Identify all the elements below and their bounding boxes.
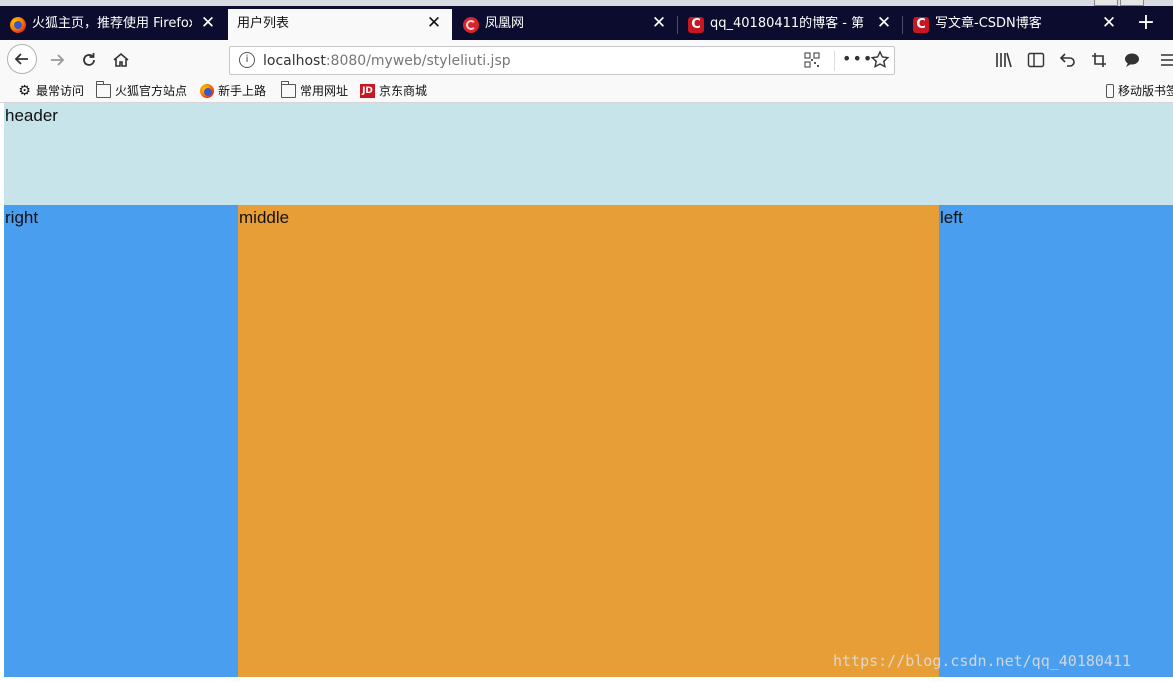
close-icon[interactable]: ✕ [876, 15, 892, 32]
close-icon[interactable]: ✕ [1101, 15, 1117, 32]
firefox-icon [10, 17, 26, 33]
left-label: left [940, 208, 963, 227]
library-icon [996, 52, 1012, 68]
ifeng-icon [463, 17, 479, 33]
hamburger-menu-icon [1161, 54, 1173, 66]
bookmark-label: 新手上路 [218, 84, 267, 98]
undo-icon [1059, 53, 1075, 67]
bookmark-label: 最常访问 [36, 84, 85, 98]
tab-user-list[interactable]: 用户列表 ✕ [228, 9, 452, 40]
tab-strip: 火狐主页，推荐使用 Firefox 火狐 ✕ 用户列表 ✕ 凤凰网 ✕ C qq… [0, 0, 1173, 40]
sidebar-button[interactable] [1025, 49, 1047, 71]
url-text[interactable]: localhost:8080/myweb/styleliuti.jsp [263, 52, 511, 70]
gear-icon: ⚙ [18, 83, 31, 99]
bookmark-star-icon[interactable] [870, 50, 890, 70]
url-bar[interactable]: i localhost:8080/myweb/styleliuti.jsp ••… [229, 46, 895, 75]
tab-csdn-blog[interactable]: C qq_40180411的博客 - 第 1 页 ✕ [678, 9, 902, 40]
header-region: header [4, 103, 1173, 205]
mobile-icon [1106, 84, 1114, 98]
bookmark-most-visited[interactable]: ⚙ 最常访问 [17, 83, 84, 100]
tab-title: 写文章-CSDN博客 [935, 16, 1042, 31]
tab-title: 用户列表 [237, 16, 290, 31]
home-icon [113, 52, 129, 67]
screenshot-button[interactable] [1089, 49, 1111, 71]
tab-title: 凤凰网 [485, 16, 525, 31]
bookmark-label: 火狐官方站点 [115, 84, 188, 98]
reload-icon [83, 53, 95, 66]
tab-ifeng[interactable]: 凤凰网 ✕ [453, 9, 677, 40]
page-layout: header right middle left [4, 103, 1173, 682]
folder-icon [96, 81, 111, 98]
minimize-button[interactable] [1094, 0, 1118, 6]
sidebar-icon [1027, 52, 1045, 68]
chat-button[interactable] [1121, 49, 1143, 71]
arrow-right-icon [51, 54, 65, 66]
bookmark-getting-started[interactable]: 新手上路 [200, 83, 266, 100]
left-column: left [939, 205, 1173, 677]
close-icon[interactable]: ✕ [651, 15, 667, 32]
jd-icon: JD [360, 84, 375, 98]
firefox-icon [200, 84, 214, 98]
watermark: https://blog.csdn.net/qq_40180411 [833, 652, 1132, 670]
tab-title: qq_40180411的博客 - 第 1 页 [710, 16, 868, 31]
url-path: :8080/myweb/styleliuti.jsp [325, 53, 511, 69]
csdn-icon: C [688, 17, 704, 33]
bookmark-label: 常用网址 [300, 84, 349, 98]
middle-column: middle [238, 205, 939, 677]
tab-title: 火狐主页，推荐使用 Firefox 火狐 [32, 16, 192, 31]
right-label: right [5, 208, 39, 227]
right-column: right [4, 205, 238, 677]
crop-icon [1092, 53, 1106, 67]
bookmark-label: 移动版书签 [1118, 84, 1173, 98]
close-icon[interactable]: ✕ [200, 15, 216, 32]
qr-code-icon[interactable] [804, 52, 820, 68]
bookmark-mobile[interactable]: 移动版书签 [1106, 83, 1173, 100]
header-label: header [5, 106, 58, 125]
tab-firefox-home[interactable]: 火狐主页，推荐使用 Firefox 火狐 ✕ [0, 9, 226, 40]
page-viewport: header right middle left [0, 103, 1173, 682]
tab-csdn-write[interactable]: C 写文章-CSDN博客 ✕ [903, 9, 1127, 40]
new-tab-button[interactable]: + [1131, 9, 1161, 40]
csdn-icon: C [913, 17, 929, 33]
bookmark-common-sites[interactable]: 常用网址 [281, 81, 349, 100]
close-icon[interactable]: ✕ [426, 15, 442, 32]
bookmark-jd[interactable]: JD 京东商城 [360, 83, 427, 100]
menu-button[interactable] [1157, 49, 1173, 71]
maximize-button[interactable] [1120, 0, 1144, 6]
undo-button[interactable] [1057, 49, 1079, 71]
reload-button[interactable] [77, 48, 101, 72]
menu-bar-remnant [0, 0, 1173, 6]
page-actions-icon[interactable]: ••• [842, 49, 872, 71]
bookmark-firefox-official[interactable]: 火狐官方站点 [96, 81, 188, 100]
home-button[interactable] [109, 48, 133, 72]
arrow-left-icon [14, 53, 28, 65]
library-button[interactable] [993, 49, 1015, 71]
middle-label: middle [239, 208, 290, 227]
url-host: localhost [263, 53, 326, 69]
site-info-icon[interactable]: i [239, 52, 255, 68]
url-separator [834, 51, 835, 71]
navigation-bar: i localhost:8080/myweb/styleliuti.jsp ••… [0, 40, 1173, 80]
bookmark-label: 京东商城 [379, 84, 428, 98]
forward-button[interactable] [45, 48, 69, 72]
chat-bubble-icon [1125, 53, 1139, 67]
bookmarks-toolbar: ⚙ 最常访问 火狐官方站点 新手上路 常用网址 JD 京东商城 移动版书签 [0, 80, 1173, 103]
back-button[interactable] [7, 44, 37, 74]
folder-icon [281, 81, 296, 98]
